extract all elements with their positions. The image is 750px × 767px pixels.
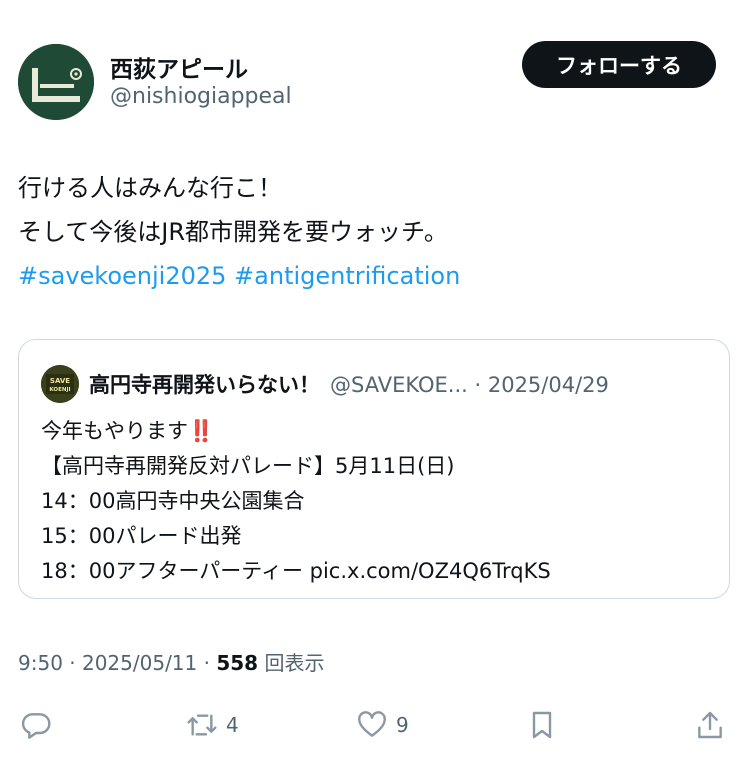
- tweet-timestamp[interactable]: 9:50 · 2025/05/11 ·: [18, 651, 216, 675]
- reply-button[interactable]: [20, 708, 60, 742]
- share-button[interactable]: [694, 708, 726, 742]
- bookmark-icon: [532, 711, 552, 739]
- heart-icon: [358, 711, 386, 737]
- double-exclamation-icon: ‼️: [188, 419, 215, 443]
- like-count: 9: [396, 713, 409, 737]
- quote-header: 高円寺再開発いらない！ @SAVEKOE... · 2025/04/29: [89, 369, 609, 399]
- save-koenji-logo-icon: SAVE KOENJI: [41, 365, 79, 403]
- quote-line-3: 14：00高円寺中央公園集合: [41, 489, 305, 513]
- author-display-name[interactable]: 西荻アピール: [110, 50, 248, 84]
- tweet-meta: 9:50 · 2025/05/11 · 558 回表示: [18, 647, 324, 676]
- author-avatar[interactable]: [18, 44, 94, 120]
- quote-display-name[interactable]: 高円寺再開発いらない！: [89, 373, 320, 397]
- tweet-line-1: 行ける人はみんな行こ！: [18, 174, 282, 202]
- views-count: 558: [216, 651, 259, 675]
- tweet-line-2: そして今後はJR都市開発を要ウォッチ。: [18, 218, 448, 246]
- reply-icon: [21, 713, 51, 739]
- quote-meta: @SAVEKOE... · 2025/04/29: [330, 373, 609, 397]
- quote-avatar[interactable]: SAVE KOENJI: [41, 365, 79, 403]
- logo-icon: [18, 44, 94, 120]
- bookmark-button[interactable]: [526, 708, 558, 742]
- follow-button[interactable]: フォローする: [522, 41, 716, 88]
- quote-line-2: 【高円寺再開発反対パレード】5月11日(日): [41, 454, 455, 478]
- quoted-tweet[interactable]: SAVE KOENJI 高円寺再開発いらない！ @SAVEKOE... · 202…: [18, 339, 730, 599]
- quote-line-1-text: 今年もやります: [41, 419, 188, 443]
- tweet-hashtags: #savekoenji2025 #antigentrification: [18, 254, 728, 298]
- hashtag-savekoenji2025[interactable]: #savekoenji2025: [18, 262, 226, 290]
- retweet-icon: [187, 714, 217, 736]
- action-bar: 4 9: [0, 700, 750, 750]
- retweet-button[interactable]: 4: [186, 708, 239, 742]
- hashtag-antigentrification[interactable]: #antigentrification: [234, 262, 460, 290]
- tweet-text: 行ける人はみんな行こ！ そして今後はJR都市開発を要ウォッチ。 #savekoe…: [18, 166, 728, 298]
- quote-avatar-text-top: SAVE: [50, 377, 70, 385]
- views-label: 回表示: [258, 651, 325, 675]
- quote-line-5: 18：00アフターパーティー pic.x.com/OZ4Q6TrqKS: [41, 559, 551, 583]
- like-button[interactable]: 9: [356, 708, 409, 742]
- author-handle[interactable]: @nishiogiappeal: [110, 84, 292, 109]
- quote-body: 今年もやります‼️ 【高円寺再開発反対パレード】5月11日(日) 14：00高円…: [41, 414, 551, 589]
- quote-line-1: 今年もやります‼️: [41, 414, 551, 449]
- retweet-count: 4: [226, 713, 239, 737]
- share-icon: [698, 711, 722, 739]
- quote-avatar-text-bottom: KOENJI: [49, 387, 70, 393]
- quote-line-4: 15：00パレード出発: [41, 524, 242, 548]
